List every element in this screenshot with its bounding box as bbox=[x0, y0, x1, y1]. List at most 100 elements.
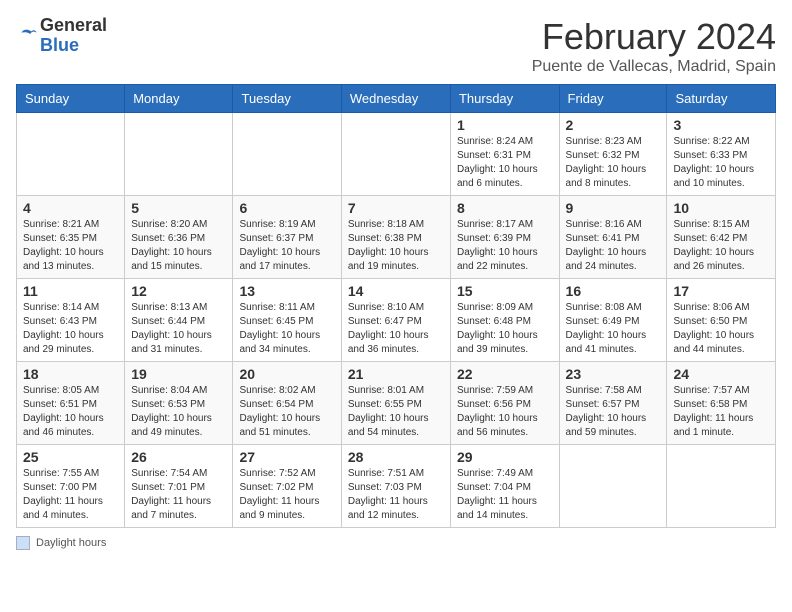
day-number: 5 bbox=[131, 200, 226, 216]
calendar-cell: 11Sunrise: 8:14 AM Sunset: 6:43 PM Dayli… bbox=[17, 279, 125, 362]
calendar-week-row: 4 Sunrise: 8:21 AM Sunset: 6:35 PM Daylig… bbox=[17, 196, 776, 279]
day-info: Sunrise: 8:16 AM Sunset: 6:41 PM Dayligh… bbox=[566, 218, 661, 274]
page-header: General Blue February 2024 Puente de Val… bbox=[16, 16, 776, 76]
calendar-cell bbox=[341, 113, 450, 196]
main-title: February 2024 bbox=[532, 16, 776, 58]
day-number: 3 bbox=[673, 117, 769, 133]
calendar-day-header: Sunday bbox=[17, 85, 125, 113]
day-number: 29 bbox=[457, 449, 553, 465]
day-info: Sunrise: 8:02 AM Sunset: 6:54 PM Dayligh… bbox=[239, 384, 334, 440]
calendar-day-header: Tuesday bbox=[233, 85, 341, 113]
calendar-table: SundayMondayTuesdayWednesdayThursdayFrid… bbox=[16, 84, 776, 528]
calendar-cell: 15 Sunrise: 8:09 AM Sunset: 6:48 PM Dayli… bbox=[450, 279, 559, 362]
day-number: 8 bbox=[457, 200, 553, 216]
day-info: Sunrise: 8:20 AM Sunset: 6:36 PM Dayligh… bbox=[131, 218, 226, 274]
calendar-cell: 7Sunrise: 8:18 AM Sunset: 6:38 PM Daylig… bbox=[341, 196, 450, 279]
day-number: 21 bbox=[348, 366, 444, 382]
calendar-week-row: 1 Sunrise: 8:24 AM Sunset: 6:31 PM Daylig… bbox=[17, 113, 776, 196]
day-number: 25 bbox=[23, 449, 118, 465]
calendar-cell: 12Sunrise: 8:13 AM Sunset: 6:44 PM Dayli… bbox=[125, 279, 233, 362]
day-number: 2 bbox=[566, 117, 661, 133]
day-info: Sunrise: 7:52 AM Sunset: 7:02 PM Dayligh… bbox=[239, 467, 334, 523]
day-number: 15 bbox=[457, 283, 553, 299]
day-info: Sunrise: 7:57 AM Sunset: 6:58 PM Dayligh… bbox=[673, 384, 769, 440]
legend: Daylight hours bbox=[16, 536, 776, 550]
calendar-cell: 14Sunrise: 8:10 AM Sunset: 6:47 PM Dayli… bbox=[341, 279, 450, 362]
day-info: Sunrise: 7:49 AM Sunset: 7:04 PM Dayligh… bbox=[457, 467, 553, 523]
day-info: Sunrise: 8:19 AM Sunset: 6:37 PM Dayligh… bbox=[239, 218, 334, 274]
legend-label: Daylight hours bbox=[36, 537, 106, 549]
day-info: Sunrise: 8:08 AM Sunset: 6:49 PM Dayligh… bbox=[566, 301, 661, 357]
calendar-week-row: 11Sunrise: 8:14 AM Sunset: 6:43 PM Dayli… bbox=[17, 279, 776, 362]
calendar-cell: 4 Sunrise: 8:21 AM Sunset: 6:35 PM Daylig… bbox=[17, 196, 125, 279]
day-number: 27 bbox=[239, 449, 334, 465]
calendar-cell: 8 Sunrise: 8:17 AM Sunset: 6:39 PM Daylig… bbox=[450, 196, 559, 279]
day-info: Sunrise: 7:59 AM Sunset: 6:56 PM Dayligh… bbox=[457, 384, 553, 440]
calendar-day-header: Saturday bbox=[667, 85, 776, 113]
day-info: Sunrise: 8:09 AM Sunset: 6:48 PM Dayligh… bbox=[457, 301, 553, 357]
logo-icon bbox=[18, 26, 38, 46]
day-info: Sunrise: 7:51 AM Sunset: 7:03 PM Dayligh… bbox=[348, 467, 444, 523]
day-number: 12 bbox=[131, 283, 226, 299]
logo-general-text: General bbox=[40, 16, 107, 36]
day-number: 1 bbox=[457, 117, 553, 133]
legend-box bbox=[16, 536, 30, 550]
day-info: Sunrise: 8:15 AM Sunset: 6:42 PM Dayligh… bbox=[673, 218, 769, 274]
calendar-cell bbox=[17, 113, 125, 196]
calendar-cell: 26 Sunrise: 7:54 AM Sunset: 7:01 PM Dayli… bbox=[125, 445, 233, 528]
title-section: February 2024 Puente de Vallecas, Madrid… bbox=[532, 16, 776, 76]
calendar-cell: 19 Sunrise: 8:04 AM Sunset: 6:53 PM Dayli… bbox=[125, 362, 233, 445]
day-info: Sunrise: 8:11 AM Sunset: 6:45 PM Dayligh… bbox=[239, 301, 334, 357]
calendar-cell bbox=[559, 445, 667, 528]
day-number: 23 bbox=[566, 366, 661, 382]
calendar-cell: 25 Sunrise: 7:55 AM Sunset: 7:00 PM Dayli… bbox=[17, 445, 125, 528]
day-number: 14 bbox=[348, 283, 444, 299]
calendar-header-row: SundayMondayTuesdayWednesdayThursdayFrid… bbox=[17, 85, 776, 113]
day-number: 7 bbox=[348, 200, 444, 216]
calendar-day-header: Wednesday bbox=[341, 85, 450, 113]
day-info: Sunrise: 7:54 AM Sunset: 7:01 PM Dayligh… bbox=[131, 467, 226, 523]
day-info: Sunrise: 8:21 AM Sunset: 6:35 PM Dayligh… bbox=[23, 218, 118, 274]
day-info: Sunrise: 7:58 AM Sunset: 6:57 PM Dayligh… bbox=[566, 384, 661, 440]
day-number: 6 bbox=[239, 200, 334, 216]
day-number: 4 bbox=[23, 200, 118, 216]
calendar-cell: 1 Sunrise: 8:24 AM Sunset: 6:31 PM Daylig… bbox=[450, 113, 559, 196]
day-info: Sunrise: 8:17 AM Sunset: 6:39 PM Dayligh… bbox=[457, 218, 553, 274]
day-number: 11 bbox=[23, 283, 118, 299]
day-number: 19 bbox=[131, 366, 226, 382]
logo-blue-text: Blue bbox=[40, 36, 107, 56]
day-info: Sunrise: 8:06 AM Sunset: 6:50 PM Dayligh… bbox=[673, 301, 769, 357]
calendar-cell: 18 Sunrise: 8:05 AM Sunset: 6:51 PM Dayli… bbox=[17, 362, 125, 445]
day-number: 9 bbox=[566, 200, 661, 216]
day-number: 10 bbox=[673, 200, 769, 216]
calendar-cell: 16Sunrise: 8:08 AM Sunset: 6:49 PM Dayli… bbox=[559, 279, 667, 362]
calendar-cell bbox=[125, 113, 233, 196]
logo: General Blue bbox=[16, 16, 107, 56]
day-info: Sunrise: 8:24 AM Sunset: 6:31 PM Dayligh… bbox=[457, 135, 553, 191]
day-info: Sunrise: 8:05 AM Sunset: 6:51 PM Dayligh… bbox=[23, 384, 118, 440]
calendar-day-header: Friday bbox=[559, 85, 667, 113]
day-number: 18 bbox=[23, 366, 118, 382]
calendar-cell: 23 Sunrise: 7:58 AM Sunset: 6:57 PM Dayli… bbox=[559, 362, 667, 445]
day-info: Sunrise: 8:01 AM Sunset: 6:55 PM Dayligh… bbox=[348, 384, 444, 440]
calendar-week-row: 25 Sunrise: 7:55 AM Sunset: 7:00 PM Dayli… bbox=[17, 445, 776, 528]
calendar-cell: 13Sunrise: 8:11 AM Sunset: 6:45 PM Dayli… bbox=[233, 279, 341, 362]
calendar-cell: 17Sunrise: 8:06 AM Sunset: 6:50 PM Dayli… bbox=[667, 279, 776, 362]
calendar-cell: 9 Sunrise: 8:16 AM Sunset: 6:41 PM Daylig… bbox=[559, 196, 667, 279]
day-number: 20 bbox=[239, 366, 334, 382]
day-number: 26 bbox=[131, 449, 226, 465]
calendar-day-header: Thursday bbox=[450, 85, 559, 113]
calendar-cell: 22Sunrise: 7:59 AM Sunset: 6:56 PM Dayli… bbox=[450, 362, 559, 445]
calendar-week-row: 18 Sunrise: 8:05 AM Sunset: 6:51 PM Dayli… bbox=[17, 362, 776, 445]
day-info: Sunrise: 7:55 AM Sunset: 7:00 PM Dayligh… bbox=[23, 467, 118, 523]
day-info: Sunrise: 8:23 AM Sunset: 6:32 PM Dayligh… bbox=[566, 135, 661, 191]
footer: Daylight hours bbox=[16, 536, 776, 550]
subtitle: Puente de Vallecas, Madrid, Spain bbox=[532, 58, 776, 76]
calendar-cell: 10 Sunrise: 8:15 AM Sunset: 6:42 PM Dayli… bbox=[667, 196, 776, 279]
calendar-cell: 3Sunrise: 8:22 AM Sunset: 6:33 PM Daylig… bbox=[667, 113, 776, 196]
calendar-cell bbox=[233, 113, 341, 196]
calendar-cell: 24 Sunrise: 7:57 AM Sunset: 6:58 PM Dayli… bbox=[667, 362, 776, 445]
day-info: Sunrise: 8:04 AM Sunset: 6:53 PM Dayligh… bbox=[131, 384, 226, 440]
day-number: 24 bbox=[673, 366, 769, 382]
calendar-cell: 2 Sunrise: 8:23 AM Sunset: 6:32 PM Daylig… bbox=[559, 113, 667, 196]
